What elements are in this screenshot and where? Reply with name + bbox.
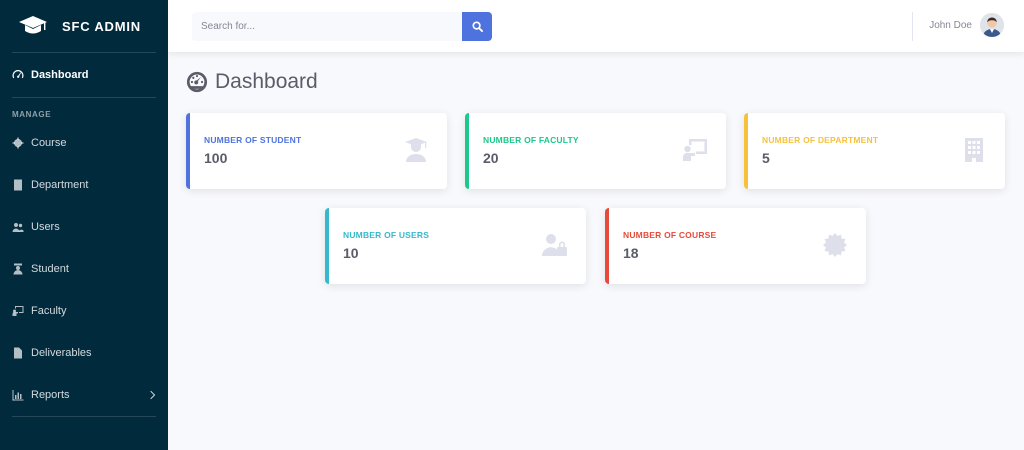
sidebar-item-department[interactable]: Department [0, 164, 168, 206]
card-value: 20 [483, 150, 499, 166]
tachometer-icon [12, 69, 24, 81]
sidebar-item-label: Users [31, 221, 60, 233]
chalkboard-teacher-icon [12, 305, 24, 317]
card-label: NUMBER OF STUDENT [204, 135, 302, 145]
card-student-count: NUMBER OF STUDENT 100 [186, 113, 447, 189]
brand[interactable]: SFC ADMIN [0, 0, 168, 52]
building-icon [961, 137, 987, 163]
sidebar-item-faculty[interactable]: Faculty [0, 290, 168, 332]
sidebar: SFC ADMIN Dashboard MANAGE Course Depart… [0, 0, 168, 450]
users-icon [12, 221, 24, 233]
search-input[interactable] [192, 12, 462, 41]
sidebar-divider [12, 416, 156, 417]
gear-badge-icon [12, 137, 24, 149]
sidebar-item-dashboard[interactable]: Dashboard [0, 53, 168, 97]
card-value: 10 [343, 245, 359, 261]
user-menu[interactable]: John Doe [929, 13, 1004, 37]
card-label: NUMBER OF COURSE [623, 230, 717, 240]
user-lock-icon [542, 232, 568, 258]
topbar: John Doe [168, 0, 1024, 52]
sidebar-item-label: Faculty [31, 305, 67, 317]
sidebar-item-label: Department [31, 179, 89, 191]
chart-icon [12, 389, 24, 401]
sidebar-section-heading: MANAGE [12, 110, 52, 119]
card-faculty-count: NUMBER OF FACULTY 20 [465, 113, 726, 189]
sidebar-item-label: Deliverables [31, 347, 92, 359]
search-button[interactable] [462, 12, 492, 41]
page-title: Dashboard [186, 70, 318, 94]
card-users-count: NUMBER OF USERS 10 [325, 208, 586, 284]
sidebar-item-student[interactable]: Student [0, 248, 168, 290]
user-name: John Doe [929, 19, 972, 31]
sidebar-item-label: Dashboard [31, 69, 89, 81]
card-department-count: NUMBER OF DEPARTMENT 5 [744, 113, 1005, 189]
card-label: NUMBER OF DEPARTMENT [762, 135, 879, 145]
sidebar-item-label: Course [31, 137, 67, 149]
building-icon [12, 179, 24, 191]
card-value: 18 [623, 245, 639, 261]
sidebar-item-label: Student [31, 263, 69, 275]
avatar [980, 13, 1004, 37]
card-value: 5 [762, 150, 770, 166]
chalkboard-teacher-icon [682, 137, 708, 163]
file-icon [12, 347, 24, 359]
student-icon [12, 263, 24, 275]
search-icon [471, 21, 483, 32]
sidebar-item-reports[interactable]: Reports [0, 374, 168, 416]
topbar-divider [912, 12, 913, 41]
card-course-count: NUMBER OF COURSE 18 [605, 208, 866, 284]
brand-name: SFC ADMIN [62, 18, 141, 34]
card-label: NUMBER OF FACULTY [483, 135, 579, 145]
tachometer-icon [186, 71, 208, 93]
chevron-right-icon [146, 390, 156, 400]
gear-badge-icon [822, 232, 848, 258]
card-label: NUMBER OF USERS [343, 230, 430, 240]
student-icon [403, 137, 429, 163]
sidebar-item-users[interactable]: Users [0, 206, 168, 248]
sidebar-item-course[interactable]: Course [0, 122, 168, 164]
graduation-cap-icon [19, 16, 47, 34]
search-bar [192, 12, 492, 41]
sidebar-item-deliverables[interactable]: Deliverables [0, 332, 168, 374]
card-value: 100 [204, 150, 228, 166]
page-title-text: Dashboard [215, 70, 318, 93]
sidebar-item-label: Reports [31, 389, 70, 401]
